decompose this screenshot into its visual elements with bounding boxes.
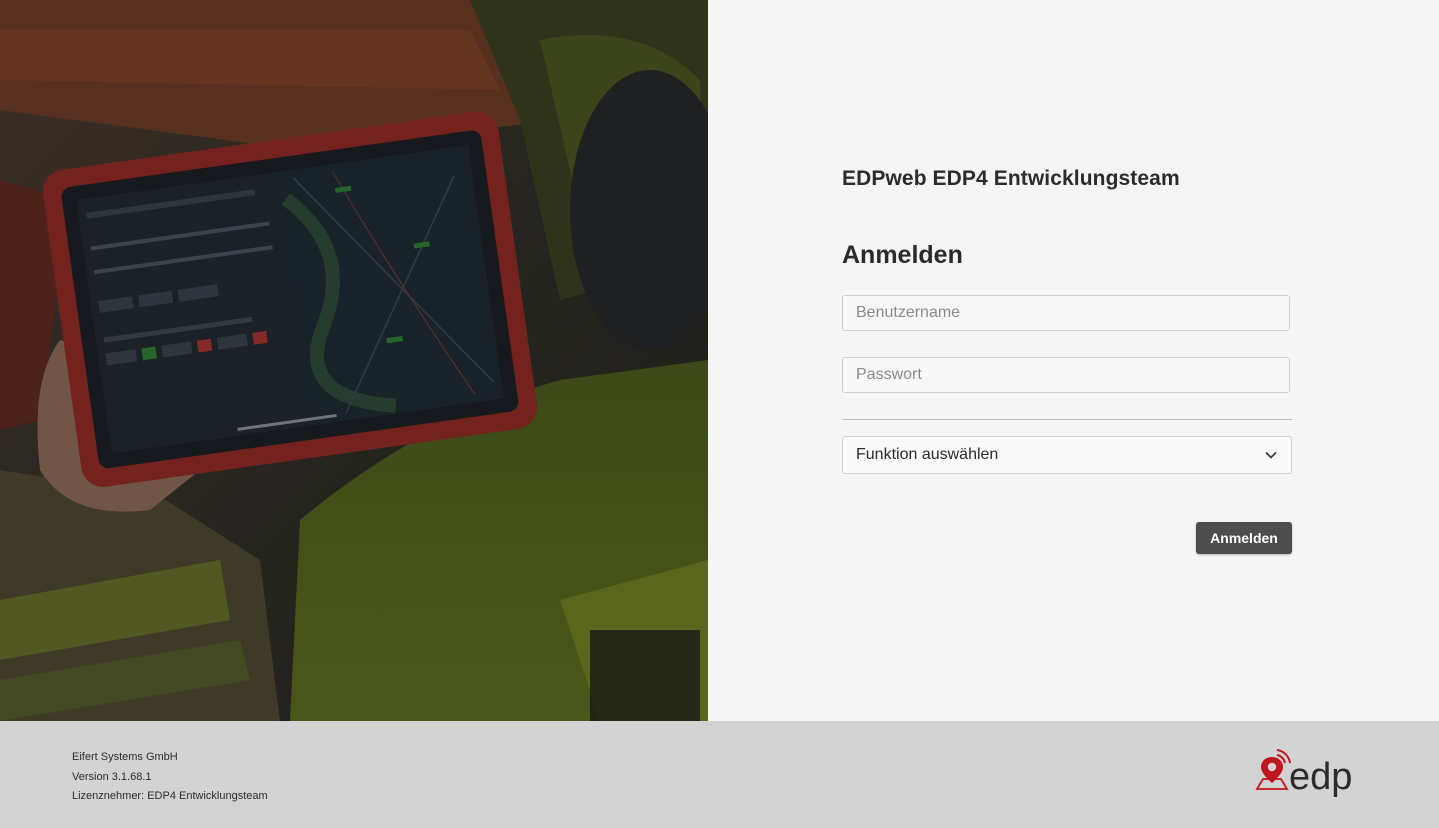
username-input[interactable] [842,295,1290,331]
hero-illustration [0,0,708,721]
footer-info: Eifert Systems GmbH Version 3.1.68.1 Liz… [72,748,268,807]
login-heading: Anmelden [842,241,963,269]
location-pin-icon: edp [1255,749,1352,798]
function-select[interactable]: Funktion auswählen [842,436,1292,474]
version-label: Version 3.1.68.1 [72,770,152,783]
footer: Eifert Systems GmbH Version 3.1.68.1 Liz… [0,721,1439,828]
logo-text: edp [1289,756,1352,798]
function-select-value: Funktion auswählen [856,446,999,463]
edp-logo: edp [1255,749,1371,801]
form-divider [842,419,1292,420]
company-name: Eifert Systems GmbH [72,751,178,763]
chevron-down-icon [1264,448,1278,462]
login-panel: EDPweb EDP4 Entwicklungsteam Anmelden Fu… [708,0,1439,721]
password-input[interactable] [842,357,1290,393]
hero-image [0,0,708,721]
licensee-label: Lizenznehmer: EDP4 Entwicklungsteam [72,790,268,802]
organization-title: EDPweb EDP4 Entwicklungsteam [842,167,1180,190]
login-button[interactable]: Anmelden [1196,522,1292,554]
